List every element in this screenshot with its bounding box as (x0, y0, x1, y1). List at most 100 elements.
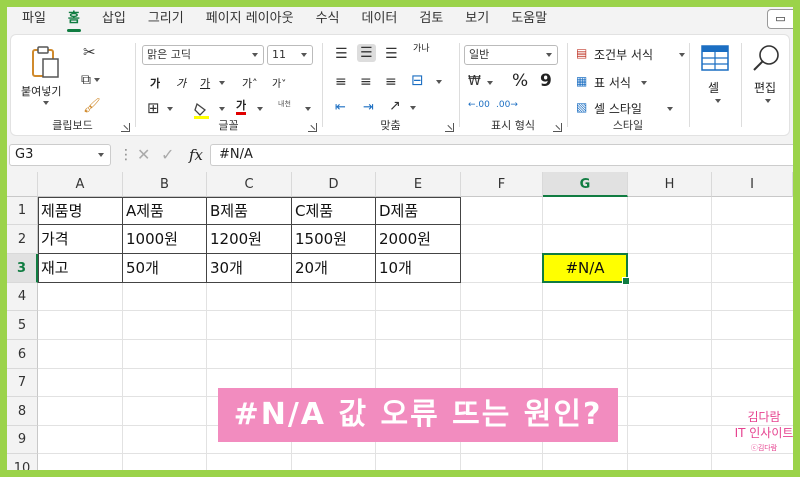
clipboard-launcher-icon[interactable] (121, 123, 130, 132)
name-box[interactable]: G3 (9, 144, 111, 166)
row-header-6[interactable]: 6 (7, 340, 38, 369)
tab-formulas[interactable]: 수식 (305, 7, 351, 33)
formula-input[interactable]: #N/A (210, 144, 793, 166)
format-as-table-label: 표 서식 (594, 76, 631, 90)
paste-button[interactable]: 붙여넣기 (21, 43, 69, 113)
row-header-2[interactable]: 2 (7, 225, 38, 254)
insert-function-button[interactable]: fx (189, 146, 203, 164)
excel-window: 파일 홈 삽입 그리기 페이지 레이아웃 수식 데이터 검토 보기 도움말 ▭ … (7, 7, 793, 470)
cell-c3[interactable]: 30개 (207, 254, 243, 283)
format-painter-icon[interactable]: 🖌 (83, 99, 101, 113)
tab-view[interactable]: 보기 (454, 7, 500, 33)
cell-e3[interactable]: 10개 (376, 254, 412, 283)
cut-icon[interactable]: ✂ (83, 45, 96, 60)
wrap-text-button[interactable]: 가나 (413, 45, 430, 54)
row-header-5[interactable]: 5 (7, 311, 38, 340)
font-size-select[interactable]: 11 (267, 45, 313, 65)
accounting-format-icon[interactable]: ₩ (468, 75, 481, 88)
increase-indent-icon[interactable]: ⇥ (363, 101, 374, 114)
underline-button[interactable]: 가 (200, 75, 210, 91)
cell-d1[interactable]: C제품 (292, 197, 333, 225)
font-color-button[interactable]: 가 (236, 99, 247, 115)
align-right-icon[interactable]: ≡ (385, 75, 397, 89)
name-box-value: G3 (15, 147, 34, 162)
column-header-e[interactable]: E (376, 172, 461, 197)
active-cell-g3[interactable]: #N/A (542, 253, 630, 285)
row-header-1[interactable]: 1 (7, 197, 38, 225)
align-left-icon[interactable]: ≡ (335, 75, 347, 89)
cell-c1[interactable]: B제품 (207, 197, 248, 225)
tab-draw[interactable]: 그리기 (137, 7, 195, 33)
font-launcher-icon[interactable] (308, 123, 317, 132)
cell-a3[interactable]: 재고 (38, 254, 69, 283)
row-header-8[interactable]: 8 (7, 397, 38, 426)
cell-b3[interactable]: 50개 (123, 254, 159, 283)
chevron-down-icon (487, 81, 493, 85)
select-all-corner[interactable] (7, 172, 38, 197)
cell-a2[interactable]: 가격 (38, 225, 69, 254)
border-icon[interactable]: ⊞ (147, 101, 160, 116)
watermark-copyright: ⓒ김다람 (750, 444, 778, 452)
tab-insert[interactable]: 삽입 (91, 7, 137, 33)
alignment-launcher-icon[interactable] (445, 123, 454, 132)
more-icon[interactable]: ⋮ (119, 148, 133, 162)
column-header-b[interactable]: B (123, 172, 207, 197)
cell-e2[interactable]: 2000원 (376, 225, 431, 254)
row-header-10[interactable]: 10 (7, 454, 38, 470)
number-launcher-icon[interactable] (553, 123, 562, 132)
active-cell-value: #N/A (565, 259, 605, 277)
increase-decimal-icon[interactable]: ←.00 (468, 101, 490, 110)
cell-c2[interactable]: 1200원 (207, 225, 262, 254)
cell-d3[interactable]: 20개 (292, 254, 328, 283)
decrease-indent-icon[interactable]: ⇤ (335, 101, 346, 114)
chevron-down-icon (679, 53, 685, 57)
tab-help[interactable]: 도움말 (500, 7, 558, 33)
column-header-g[interactable]: G (543, 172, 628, 197)
column-header-h[interactable]: H (628, 172, 712, 197)
font-name-select[interactable]: 맑은 고딕 (142, 45, 264, 65)
cell-b1[interactable]: A제품 (123, 197, 164, 225)
enter-icon[interactable]: ✓ (161, 147, 174, 163)
chevron-down-icon (252, 53, 258, 57)
align-center-icon[interactable]: ≡ (360, 75, 372, 89)
column-header-i[interactable]: I (712, 172, 793, 197)
column-header-f[interactable]: F (461, 172, 543, 197)
decrease-decimal-icon[interactable]: .00→ (496, 101, 518, 110)
number-format-select[interactable]: 일반 (464, 45, 558, 65)
shrink-font-button[interactable]: 가˅ (272, 75, 286, 90)
cells-group[interactable]: 셀 (690, 35, 740, 135)
percent-button[interactable]: % (512, 71, 528, 91)
align-top-icon[interactable]: ☰ (335, 47, 348, 61)
tab-review[interactable]: 검토 (408, 7, 454, 33)
align-bottom-icon[interactable]: ☰ (385, 47, 398, 61)
tab-data[interactable]: 데이터 (350, 7, 408, 33)
cell-a1[interactable]: 제품명 (38, 197, 82, 225)
tab-file[interactable]: 파일 (11, 7, 57, 33)
grow-font-button[interactable]: 가˄ (242, 75, 258, 91)
editing-group[interactable]: 편집 (742, 35, 790, 135)
cell-b2[interactable]: 1000원 (123, 225, 178, 254)
cancel-icon[interactable]: ✕ (137, 147, 150, 163)
comment-icon: ▭ (775, 12, 786, 25)
bold-button[interactable]: 가 (150, 75, 160, 91)
comments-button[interactable]: ▭ (767, 9, 793, 29)
row-header-7[interactable]: 7 (7, 369, 38, 397)
column-header-a[interactable]: A (38, 172, 123, 197)
italic-button[interactable]: 가 (176, 75, 186, 91)
align-middle-icon[interactable]: ☰ (357, 44, 376, 62)
phonetic-button[interactable]: 내천 (278, 99, 291, 109)
conditional-format-label: 조건부 서식 (594, 48, 654, 62)
tab-page-layout[interactable]: 페이지 레이아웃 (195, 7, 305, 33)
comma-style-button[interactable]: 9 (540, 71, 552, 91)
row-header-4[interactable]: 4 (7, 283, 38, 311)
column-header-c[interactable]: C (207, 172, 292, 197)
tab-home[interactable]: 홈 (57, 7, 91, 33)
row-header-3[interactable]: 3 (7, 254, 38, 283)
row-header-9[interactable]: 9 (7, 426, 38, 454)
merge-center-icon[interactable]: ⊟ (411, 73, 424, 88)
copy-icon[interactable]: ⧉ (81, 73, 100, 87)
cell-d2[interactable]: 1500원 (292, 225, 347, 254)
cell-e1[interactable]: D제품 (376, 197, 418, 225)
orientation-icon[interactable]: ↗ (389, 99, 401, 113)
column-header-d[interactable]: D (292, 172, 376, 197)
